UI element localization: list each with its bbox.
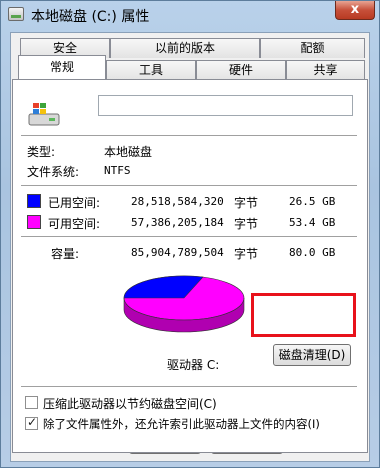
used-space-bytes: 28,518,584,320 <box>131 195 224 208</box>
windows-drive-icon <box>28 103 60 126</box>
free-space-size: 53.4 GB <box>289 216 336 229</box>
drive-letter-label: 驱动器 C: <box>167 358 220 372</box>
tab-quota[interactable]: 配额 <box>260 38 365 58</box>
disk-usage-pie-chart <box>123 275 245 333</box>
tab-previous-versions[interactable]: 以前的版本 <box>110 38 260 58</box>
type-label: 类型: <box>27 145 56 159</box>
type-value: 本地磁盘 <box>104 145 153 159</box>
close-button[interactable]: x <box>335 1 375 20</box>
drive-icon <box>8 7 24 21</box>
dialog-body: 安全 以前的版本 配额 常规 工具 硬件 共享 类型: 本地磁盘 文件系统: N… <box>10 32 370 462</box>
compress-label: 压缩此驱动器以节约磁盘空间(C) <box>43 397 217 411</box>
used-space-swatch <box>27 194 41 208</box>
properties-window: 本地磁盘 (C:) 属性 x 安全 以前的版本 配额 常规 工具 硬件 共享 类… <box>0 0 380 468</box>
capacity-unit: 字节 <box>234 247 259 261</box>
used-space-size: 26.5 GB <box>289 195 336 208</box>
separator <box>21 386 357 387</box>
window-title: 本地磁盘 (C:) 属性 <box>31 9 150 25</box>
free-space-bytes: 57,386,205,184 <box>131 216 224 229</box>
capacity-size: 80.0 GB <box>289 246 336 259</box>
title-bar[interactable]: 本地磁盘 (C:) 属性 x <box>1 1 379 29</box>
free-space-unit: 字节 <box>234 217 259 231</box>
index-label: 除了文件属性外，还允许索引此驱动器上文件的内容(I) <box>43 417 320 431</box>
separator <box>21 135 357 136</box>
disk-cleanup-button[interactable]: 磁盘清理(D) <box>273 344 351 366</box>
used-space-label: 已用空间: <box>48 196 101 210</box>
free-space-label: 可用空间: <box>48 217 101 231</box>
annotation-highlight-box <box>251 293 356 337</box>
free-space-swatch <box>27 215 41 229</box>
volume-name-input[interactable] <box>98 95 353 116</box>
tab-sharing[interactable]: 共享 <box>286 60 365 80</box>
general-tab-panel: 类型: 本地磁盘 文件系统: NTFS 已用空间: 28,518,584,320… <box>12 79 368 453</box>
compress-checkbox[interactable] <box>25 396 38 409</box>
separator <box>21 236 357 237</box>
tab-general[interactable]: 常规 <box>18 55 106 79</box>
filesystem-value: NTFS <box>104 164 131 177</box>
tab-hardware[interactable]: 硬件 <box>196 60 286 80</box>
capacity-bytes: 85,904,789,504 <box>131 246 224 259</box>
capacity-label: 容量: <box>51 247 80 261</box>
tab-tools[interactable]: 工具 <box>106 60 196 80</box>
used-space-unit: 字节 <box>234 196 259 210</box>
index-checkbox[interactable] <box>25 415 38 430</box>
filesystem-label: 文件系统: <box>27 165 80 179</box>
separator <box>21 185 357 186</box>
